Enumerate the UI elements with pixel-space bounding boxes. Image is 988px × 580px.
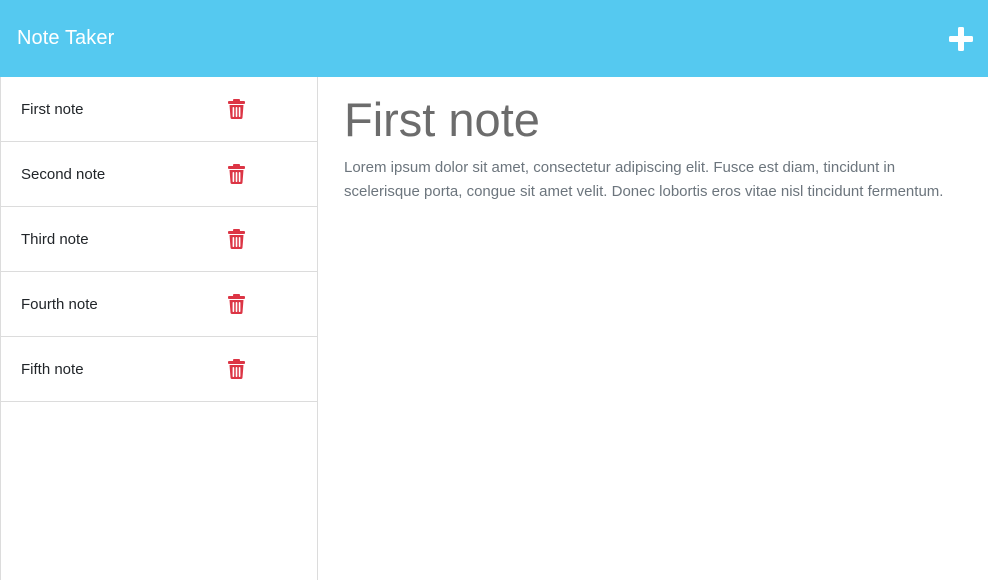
delete-note-button[interactable]	[228, 164, 245, 184]
plus-icon	[949, 26, 973, 51]
trash-icon	[228, 229, 245, 249]
list-item[interactable]: First note	[1, 77, 317, 142]
delete-note-button[interactable]	[228, 294, 245, 314]
delete-note-button[interactable]	[228, 99, 245, 119]
note-title[interactable]: Second note	[21, 166, 105, 183]
delete-note-button[interactable]	[228, 359, 245, 379]
note-title[interactable]: Third note	[21, 231, 89, 248]
delete-note-button[interactable]	[228, 229, 245, 249]
note-title[interactable]: Fifth note	[21, 361, 84, 378]
note-text-field[interactable]: Lorem ipsum dolor sit amet, consectetur …	[344, 156, 954, 204]
navbar: Note Taker	[0, 0, 988, 77]
list-item[interactable]: Fifth note	[1, 337, 317, 402]
trash-icon	[228, 99, 245, 119]
app-title[interactable]: Note Taker	[17, 27, 114, 50]
list-item[interactable]: Third note	[1, 207, 317, 272]
trash-icon	[228, 164, 245, 184]
trash-icon	[228, 294, 245, 314]
note-title[interactable]: First note	[21, 101, 84, 118]
list-item[interactable]: Fourth note	[1, 272, 317, 337]
list-item[interactable]: Second note	[1, 142, 317, 207]
note-list: First note Second note Third note Fourth…	[1, 77, 317, 402]
note-editor: First note Lorem ipsum dolor sit amet, c…	[318, 77, 988, 580]
new-note-button[interactable]	[946, 24, 976, 54]
note-title-field[interactable]: First note	[344, 93, 962, 147]
trash-icon	[228, 359, 245, 379]
note-list-panel: First note Second note Third note Fourth…	[0, 77, 318, 580]
note-title[interactable]: Fourth note	[21, 296, 98, 313]
